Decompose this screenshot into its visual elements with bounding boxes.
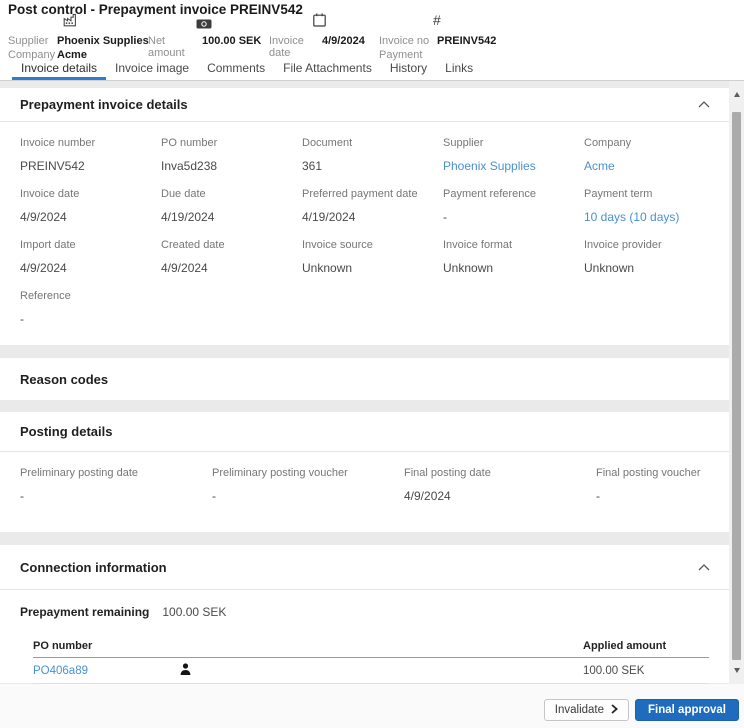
section-title: Posting details (20, 424, 112, 439)
cash-icon (196, 16, 212, 34)
field-preliminary-posting-voucher: Preliminary posting voucher - (212, 467, 404, 503)
section-header: Posting details (0, 412, 729, 452)
action-footer: Invalidate Final approval (0, 684, 744, 728)
calendar-icon (313, 13, 326, 32)
field-import-date: Import date 4/9/2024 (20, 239, 161, 275)
field-due-date: Due date 4/19/2024 (161, 188, 302, 224)
scroll-up-button[interactable] (729, 87, 744, 102)
tab-invoice-image[interactable]: Invoice image (106, 61, 198, 80)
field-preliminary-posting-date: Preliminary posting date - (20, 467, 212, 503)
scrollbar-thumb[interactable] (732, 112, 741, 660)
field-document: Document 361 (302, 137, 443, 173)
table-header-row: PO number Applied amount (33, 634, 709, 658)
summary-label: Invoice date (269, 35, 322, 59)
summary-supplier-company: Supplier Phoenix Supplies Company Acme (8, 35, 149, 61)
chevron-up-icon[interactable] (695, 560, 713, 574)
field-grid: Invoice number PREINV542 PO number Inva5… (0, 122, 729, 326)
invalidate-button[interactable]: Invalidate (544, 699, 629, 721)
summary-label: Supplier (8, 35, 57, 47)
tab-history[interactable]: History (381, 61, 436, 80)
summary-label: Invoice no (379, 35, 437, 47)
arrow-down-icon (734, 668, 740, 673)
hash-icon: # (433, 12, 441, 28)
vertical-scrollbar (729, 81, 744, 684)
tab-links[interactable]: Links (436, 61, 482, 80)
final-approval-button[interactable]: Final approval (635, 699, 739, 721)
field-invoice-number: Invoice number PREINV542 (20, 137, 161, 173)
summary-value: 100.00 SEK (202, 35, 261, 59)
prepayment-remaining: Prepayment remaining 100.00 SEK (20, 605, 709, 619)
applied-amount-value: 100.00 SEK (583, 665, 709, 677)
po-connections-table: PO number Applied amount PO406a89 100.0 (33, 634, 709, 684)
table-row: PO406a89 100.00 SEK (33, 658, 709, 684)
tab-bar: Invoice details Invoice image Comments F… (0, 61, 744, 81)
scroll-down-button[interactable] (729, 663, 744, 678)
section-header: Connection information (0, 545, 729, 590)
tab-file-attachments[interactable]: File Attachments (274, 61, 381, 80)
summary-value: Phoenix Supplies (57, 35, 149, 47)
company-link[interactable]: Acme (584, 159, 719, 173)
section-connection-information: Connection information Prepayment remain… (0, 545, 729, 683)
field-created-date: Created date 4/9/2024 (161, 239, 302, 275)
column-po-number: PO number (33, 640, 180, 652)
field-final-posting-date: Final posting date 4/9/2024 (404, 467, 596, 503)
field-company: Company Acme (584, 137, 719, 173)
content-area: Prepayment invoice details Invoice numbe… (0, 81, 744, 684)
summary-label: Company (8, 49, 57, 61)
field-invoice-date: Invoice date 4/9/2024 (20, 188, 161, 224)
summary-label: Net amount (148, 35, 202, 59)
chevron-up-icon[interactable] (695, 98, 713, 112)
section-title: Connection information (20, 560, 167, 575)
final-approval-button-label: Final approval (648, 704, 726, 716)
invoice-header: Post control - Prepayment invoice PREINV… (0, 0, 744, 81)
chevron-right-icon (611, 704, 618, 717)
summary-value: PREINV542 (437, 35, 496, 47)
tab-invoice-details[interactable]: Invoice details (12, 61, 106, 80)
section-reason-codes: Reason codes (0, 358, 729, 400)
field-invoice-format: Invoice format Unknown (443, 239, 584, 275)
section-posting-details: Posting details Preliminary posting date… (0, 412, 729, 532)
page-title: Post control - Prepayment invoice PREINV… (8, 2, 303, 17)
summary-value: Acme (57, 49, 149, 61)
supplier-link[interactable]: Phoenix Supplies (443, 159, 584, 173)
column-applied-amount: Applied amount (583, 640, 709, 652)
section-title: Reason codes (20, 372, 108, 387)
scroll-pane: Prepayment invoice details Invoice numbe… (0, 81, 729, 684)
section-header: Prepayment invoice details (0, 88, 729, 122)
summary-value: 4/9/2024 (322, 35, 371, 59)
po-number-link[interactable]: PO406a89 (33, 665, 180, 677)
tab-comments[interactable]: Comments (198, 61, 274, 80)
field-invoice-source: Invoice source Unknown (302, 239, 443, 275)
invalidate-button-label: Invalidate (555, 704, 604, 716)
app-window: Post control - Prepayment invoice PREINV… (0, 0, 744, 728)
factory-icon (63, 13, 78, 32)
field-preferred-payment-date: Preferred payment date 4/19/2024 (302, 188, 443, 224)
field-supplier: Supplier Phoenix Supplies (443, 137, 584, 173)
field-po-number: PO number Inva5d238 (161, 137, 302, 173)
field-reference: Reference - (20, 290, 161, 326)
section-title: Prepayment invoice details (20, 97, 188, 112)
field-final-posting-voucher: Final posting voucher - (596, 467, 719, 503)
payment-term-link[interactable]: 10 days (10 days) (584, 210, 719, 224)
person-icon (180, 662, 583, 680)
field-payment-term: Payment term 10 days (10 days) (584, 188, 719, 224)
arrow-up-icon (734, 92, 740, 97)
section-prepayment-invoice-details: Prepayment invoice details Invoice numbe… (0, 88, 729, 345)
field-grid: Preliminary posting date - Preliminary p… (0, 452, 729, 503)
field-invoice-provider: Invoice provider Unknown (584, 239, 719, 275)
field-payment-reference: Payment reference - (443, 188, 584, 224)
